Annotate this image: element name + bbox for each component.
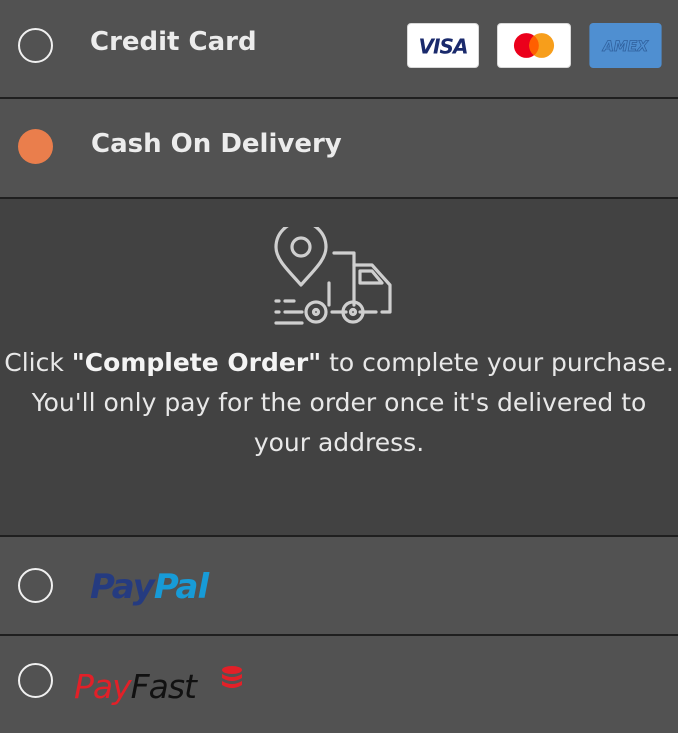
cash-on-delivery-label: Cash On Delivery — [91, 129, 342, 159]
payment-option-payfast[interactable]: PayFast — [0, 636, 678, 733]
credit-card-label: Credit Card — [90, 27, 257, 57]
payfast-logo: PayFast — [74, 662, 246, 710]
instruction-suffix: to complete your purchase. — [321, 348, 674, 377]
visa-card-text: VISA — [418, 35, 467, 59]
delivery-truck-location-icon — [274, 227, 392, 325]
payfast-logo-fast: Fast — [131, 667, 198, 706]
svg-text:PayPal: PayPal — [90, 567, 211, 607]
complete-order-emphasis: "Complete Order" — [71, 348, 322, 377]
amex-card-icon: AMEX — [587, 23, 664, 68]
paypal-logo-pal: Pal — [154, 567, 211, 607]
paypal-radio[interactable] — [18, 568, 53, 603]
visa-card-icon: VISA — [407, 23, 479, 68]
cash-on-delivery-details: Click "Complete Order" to complete your … — [0, 199, 678, 535]
payment-option-credit-card[interactable]: Credit Card VISA AMEX — [0, 0, 678, 97]
payment-option-cash-on-delivery[interactable]: Cash On Delivery — [0, 99, 678, 197]
amex-card-text: AMEX — [602, 39, 649, 55]
coin-stack-icon — [222, 666, 242, 688]
instruction-prefix: Click — [4, 348, 72, 377]
svg-text:PayFast: PayFast — [74, 667, 198, 706]
paypal-logo-pay: Pay — [90, 567, 157, 607]
mastercard-card-icon — [497, 23, 571, 68]
cash-on-delivery-instructions: Click "Complete Order" to complete your … — [0, 343, 678, 463]
payment-method-panel: Credit Card VISA AMEX Cash On Delivery C… — [0, 0, 678, 733]
credit-card-radio[interactable] — [18, 28, 53, 63]
payment-option-paypal[interactable]: PayPal — [0, 537, 678, 634]
payfast-logo-pay: Pay — [74, 667, 132, 706]
cash-on-delivery-radio-selected[interactable] — [18, 129, 53, 164]
instruction-line2: You'll only pay for the order once it's … — [31, 388, 647, 457]
payfast-radio[interactable] — [18, 663, 53, 698]
paypal-logo: PayPal — [90, 563, 240, 609]
